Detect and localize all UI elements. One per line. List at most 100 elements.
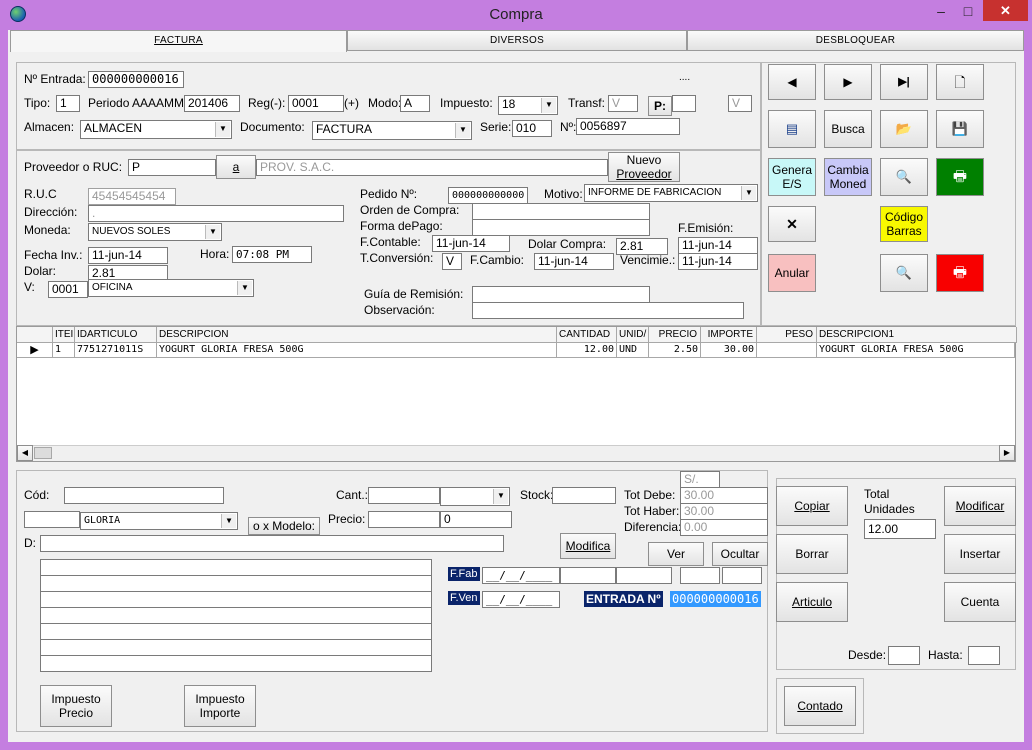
fcambio-field[interactable]: 11-jun-14 [534, 253, 614, 270]
chevron-down-icon[interactable]: ▼ [221, 514, 236, 528]
fven-field[interactable]: __/__/____ [482, 591, 560, 608]
cell-item[interactable]: 1 [53, 343, 75, 358]
tab-desbloquear[interactable]: DESBLOQUEAR [687, 30, 1024, 51]
delete-button[interactable]: ✕ [768, 206, 816, 242]
maximize-button[interactable]: □ [955, 0, 981, 22]
col-header-cantidad[interactable]: CANTIDAD [557, 327, 617, 343]
borrar-button[interactable]: Borrar [776, 534, 848, 574]
cell-importe[interactable]: 30.00 [701, 343, 757, 358]
precio2-field[interactable]: 0 [440, 511, 512, 528]
chevron-down-icon[interactable]: ▼ [215, 122, 230, 137]
preview2-button[interactable]: 🔍 [880, 254, 928, 292]
p-button[interactable]: P: [648, 96, 672, 116]
chevron-down-icon[interactable]: ▼ [541, 98, 556, 113]
motivo-select[interactable]: INFORME DE FABRICACION ▼ [584, 184, 758, 202]
almacen-select[interactable]: ALMACEN ▼ [80, 120, 232, 139]
cell-peso[interactable] [757, 343, 817, 358]
modo-field[interactable]: A [400, 95, 430, 112]
close-button[interactable]: ✕ [983, 0, 1028, 21]
cod-field[interactable] [64, 487, 224, 504]
busca-button[interactable]: Busca [824, 110, 872, 148]
col-header-descripcion[interactable]: DESCRIPCION [157, 327, 557, 343]
print-button[interactable]: 🖶 [936, 158, 984, 196]
reg-field[interactable]: 0001 [288, 95, 344, 112]
col-header-importe[interactable]: IMPORTE [701, 327, 757, 343]
observacion-field[interactable] [472, 302, 744, 319]
open-folder-button[interactable]: 📂 [880, 110, 928, 148]
chevron-down-icon[interactable]: ▼ [205, 225, 220, 239]
chevron-down-icon[interactable]: ▼ [493, 489, 508, 504]
nro-entrada-field[interactable]: 000000000016 [88, 71, 184, 88]
col-header-unidad[interactable]: UNID/ [617, 327, 649, 343]
copiar-button[interactable]: Copiar [776, 486, 848, 526]
desc-line-1[interactable] [40, 559, 432, 576]
v-field[interactable]: V [728, 95, 752, 112]
new-document-button[interactable]: 🗋 [936, 64, 984, 100]
desc-line-4[interactable] [40, 607, 432, 624]
tab-factura[interactable]: FACTURA [10, 30, 347, 52]
linea-field[interactable] [24, 511, 80, 528]
extra-field-2[interactable] [616, 567, 672, 584]
periodo-field[interactable]: 201406 [184, 95, 240, 112]
precio-field[interactable] [368, 511, 440, 528]
cell-descripcion[interactable]: YOGURT GLORIA FRESA 500G [157, 343, 557, 358]
desde-field[interactable] [888, 646, 920, 665]
chevron-down-icon[interactable]: ▼ [741, 186, 756, 200]
p-field[interactable] [672, 95, 696, 112]
impuesto-importe-button[interactable]: Impuesto Importe [184, 685, 256, 727]
desc-line-7[interactable] [40, 655, 432, 672]
horizontal-scrollbar[interactable] [17, 445, 1015, 461]
modifica-button[interactable]: Modifica [560, 533, 616, 559]
ffab-field[interactable]: __/__/____ [482, 567, 560, 584]
tipo-field[interactable]: 1 [56, 95, 80, 112]
extra-field-1[interactable] [560, 567, 616, 584]
desc-line-6[interactable] [40, 639, 432, 656]
fecha-field[interactable]: 11-jun-14 [88, 247, 168, 264]
vencimiento-field[interactable]: 11-jun-14 [678, 253, 758, 270]
hora-field[interactable]: 07:08 PM [232, 246, 312, 263]
chevron-down-icon[interactable]: ▼ [455, 123, 470, 138]
save-button[interactable]: 💾 [936, 110, 984, 148]
transf-field[interactable]: V [608, 95, 638, 112]
moneda-select[interactable]: NUEVOS SOLES ▼ [88, 223, 222, 241]
col-header-precio[interactable]: PRECIO [649, 327, 701, 343]
ver-button[interactable]: Ver [648, 542, 704, 566]
hasta-field[interactable] [968, 646, 1000, 665]
pedido-field[interactable]: 000000000000 [448, 187, 528, 204]
contado-button[interactable]: Contado [784, 686, 856, 726]
ocultar-button[interactable]: Ocultar [712, 542, 768, 566]
proveedor-field[interactable]: P [128, 159, 216, 176]
unidad-select[interactable]: ▼ [440, 487, 510, 506]
anular-button[interactable]: Anular [768, 254, 816, 292]
scroll-right-button[interactable]: ▶ [999, 445, 1015, 461]
extra-field-3[interactable] [680, 567, 720, 584]
nuevo-proveedor-button[interactable]: Nuevo Proveedor [608, 152, 680, 182]
calculator-button[interactable]: ▤ [768, 110, 816, 148]
v-name-select[interactable]: OFICINA ▼ [88, 279, 254, 297]
cuenta-button[interactable]: Cuenta [944, 582, 1016, 622]
tconversion-field[interactable]: V [442, 253, 462, 270]
desc-line-2[interactable] [40, 575, 432, 592]
fcontable-field[interactable]: 11-jun-14 [432, 235, 510, 252]
desc-line-5[interactable] [40, 623, 432, 640]
desc-line-3[interactable] [40, 591, 432, 608]
tab-diversos[interactable]: DIVERSOS [347, 30, 687, 51]
documento-select[interactable]: FACTURA ▼ [312, 121, 472, 140]
chevron-down-icon[interactable]: ▼ [237, 281, 252, 295]
marca-select[interactable]: GLORIA ▼ [80, 512, 238, 530]
items-grid[interactable]: ITEI IDARTICULO DESCRIPCION CANTIDAD UNI… [16, 326, 1017, 462]
impuesto-precio-button[interactable]: Impuesto Precio [40, 685, 112, 727]
modificar-button[interactable]: Modificar [944, 486, 1016, 526]
col-header-item[interactable]: ITEI [53, 327, 75, 343]
scroll-left-button[interactable]: ◀ [17, 445, 33, 461]
insertar-button[interactable]: Insertar [944, 534, 1016, 574]
minimize-button[interactable]: – [928, 0, 954, 22]
scroll-thumb[interactable] [34, 447, 52, 459]
serie-field[interactable]: 010 [512, 120, 552, 137]
proveedor-search-button[interactable]: a [216, 155, 256, 179]
print2-button[interactable]: 🖶 [936, 254, 984, 292]
orden-field[interactable] [472, 203, 650, 220]
stock-field[interactable] [552, 487, 616, 504]
cell-descripcion1[interactable]: YOGURT GLORIA FRESA 500G [817, 343, 1015, 358]
genera-es-button[interactable]: Genera E/S [768, 158, 816, 196]
